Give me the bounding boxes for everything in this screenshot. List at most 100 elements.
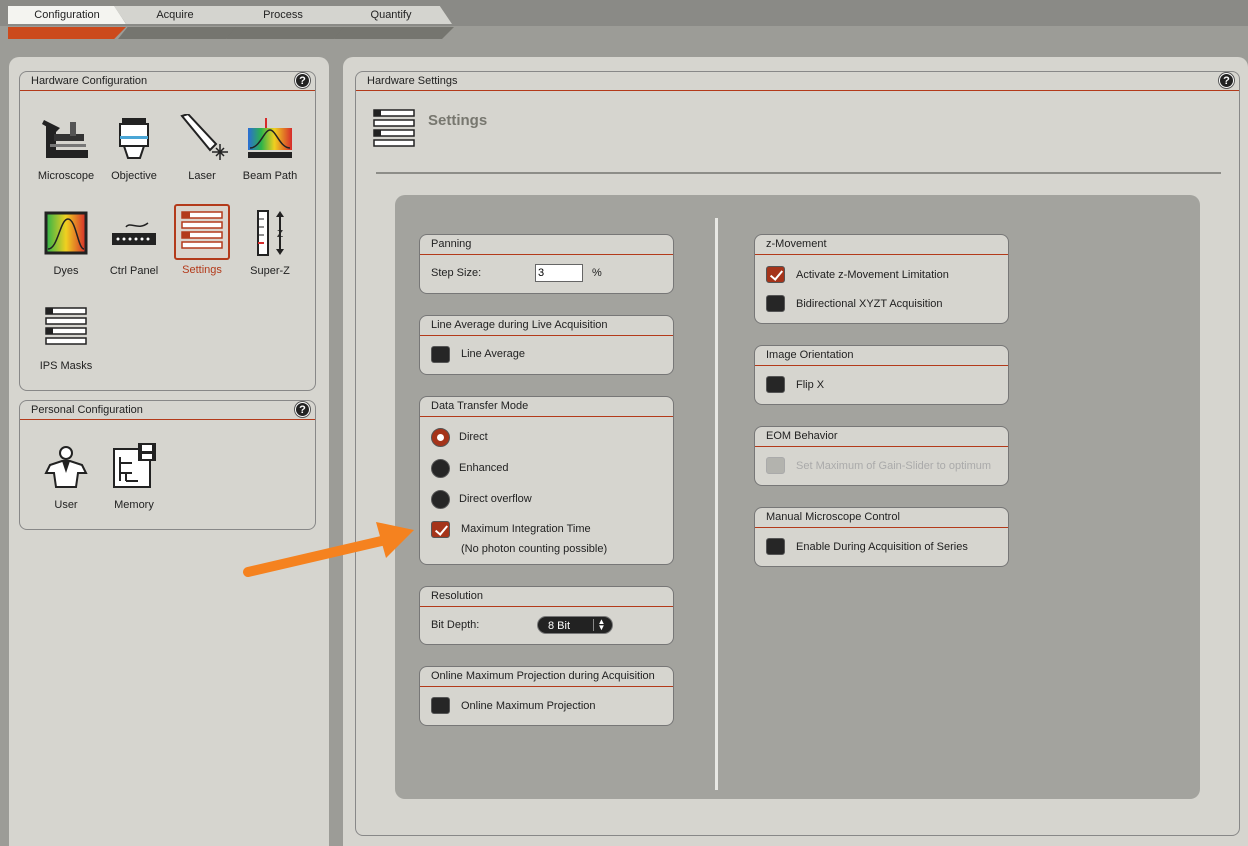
heading-divider bbox=[376, 172, 1221, 174]
line-average-title: Line Average during Live Acquisition bbox=[420, 316, 673, 336]
ips-masks-item[interactable]: IPS Masks bbox=[32, 304, 100, 372]
online-max-group: Online Maximum Projection during Acquisi… bbox=[419, 666, 674, 726]
bit-depth-label: Bit Depth: bbox=[431, 619, 480, 631]
tab-configuration[interactable]: Configuration bbox=[8, 6, 126, 24]
online-max-checkbox[interactable] bbox=[431, 697, 450, 714]
objective-item[interactable]: Objective bbox=[100, 114, 168, 182]
tab-acquire[interactable]: Acquire bbox=[114, 6, 236, 24]
bidirectional-xyzt-checkbox[interactable] bbox=[766, 295, 785, 312]
tab-process[interactable]: Process bbox=[222, 6, 344, 24]
beam-path-label: Beam Path bbox=[242, 170, 298, 182]
laser-icon bbox=[176, 112, 228, 166]
microscope-label: Microscope bbox=[37, 170, 95, 182]
dyes-icon bbox=[40, 209, 92, 261]
data-transfer-group: Data Transfer Mode Direct Enhanced Direc… bbox=[419, 396, 674, 565]
manual-microscope-group: Manual Microscope Control Enable During … bbox=[754, 507, 1009, 567]
enable-during-acquisition-label: Enable During Acquisition of Series bbox=[796, 541, 968, 553]
step-size-input[interactable] bbox=[535, 264, 583, 282]
stepper-arrows-icon: ▲ ▼ bbox=[593, 618, 609, 632]
online-max-title: Online Maximum Projection during Acquisi… bbox=[420, 667, 673, 687]
column-divider bbox=[715, 218, 718, 790]
help-icon[interactable]: ? bbox=[295, 73, 310, 88]
ctrl-panel-label: Ctrl Panel bbox=[109, 265, 159, 277]
enable-during-acquisition-checkbox[interactable] bbox=[766, 538, 785, 555]
eom-gain-label: Set Maximum of Gain-Slider to optimum bbox=[796, 460, 992, 472]
direct-overflow-radio[interactable] bbox=[431, 490, 450, 509]
memory-icon bbox=[108, 443, 160, 495]
user-label: User bbox=[54, 499, 78, 511]
hardware-configuration-box: Hardware Configuration ? Microscope Obje… bbox=[19, 71, 316, 391]
personal-configuration-title: Personal Configuration bbox=[20, 401, 315, 420]
z-movement-group: z-Movement Activate z-Movement Limitatio… bbox=[754, 234, 1009, 324]
eom-title: EOM Behavior bbox=[755, 427, 1008, 447]
z-limitation-checkbox[interactable] bbox=[766, 266, 785, 283]
panning-title: Panning bbox=[420, 235, 673, 255]
image-orientation-title: Image Orientation bbox=[755, 346, 1008, 366]
help-icon[interactable]: ? bbox=[1219, 73, 1234, 88]
super-z-item[interactable]: Z Super-Z bbox=[236, 209, 304, 277]
tab-process-indicator bbox=[226, 27, 346, 39]
settings-item[interactable]: Settings bbox=[168, 204, 236, 276]
z-movement-title: z-Movement bbox=[755, 235, 1008, 255]
panning-group: Panning Step Size: % bbox=[419, 234, 674, 294]
dyes-item[interactable]: Dyes bbox=[32, 209, 100, 277]
settings-icon bbox=[174, 204, 230, 260]
direct-label: Direct bbox=[459, 431, 488, 443]
tab-acquire-indicator bbox=[118, 27, 238, 39]
objective-icon bbox=[108, 114, 160, 166]
hardware-settings-title: Hardware Settings bbox=[356, 72, 1239, 91]
max-integration-checkbox[interactable] bbox=[431, 521, 450, 538]
bit-depth-value: 8 Bit bbox=[548, 620, 571, 632]
eom-group: EOM Behavior Set Maximum of Gain-Slider … bbox=[754, 426, 1009, 486]
beam-path-icon bbox=[244, 114, 296, 166]
microscope-icon bbox=[40, 114, 92, 166]
step-size-unit: % bbox=[592, 267, 602, 279]
dyes-label: Dyes bbox=[53, 265, 79, 277]
eom-gain-checkbox[interactable] bbox=[766, 457, 785, 474]
resolution-title: Resolution bbox=[420, 587, 673, 607]
laser-item[interactable]: Laser bbox=[168, 112, 236, 182]
svg-text:Z: Z bbox=[277, 229, 283, 240]
super-z-icon: Z bbox=[244, 209, 296, 261]
max-integration-note: (No photon counting possible) bbox=[461, 543, 608, 555]
bidirectional-xyzt-label: Bidirectional XYZT Acquisition bbox=[796, 298, 943, 310]
max-integration-label: Maximum Integration Time bbox=[461, 523, 591, 535]
ips-masks-icon bbox=[40, 304, 92, 356]
user-item[interactable]: User bbox=[32, 443, 100, 511]
microscope-item[interactable]: Microscope bbox=[32, 114, 100, 182]
z-limitation-label: Activate z-Movement Limitation bbox=[796, 269, 949, 281]
resolution-group: Resolution Bit Depth: 8 Bit ▲ ▼ bbox=[419, 586, 674, 645]
line-average-label: Line Average bbox=[461, 348, 526, 360]
personal-configuration-box: Personal Configuration ? User Memory bbox=[19, 400, 316, 530]
tab-configuration-indicator bbox=[8, 27, 126, 39]
line-average-checkbox[interactable] bbox=[431, 346, 450, 363]
direct-radio[interactable] bbox=[431, 428, 450, 447]
enhanced-radio[interactable] bbox=[431, 459, 450, 478]
settings-label: Settings bbox=[182, 264, 222, 276]
super-z-label: Super-Z bbox=[250, 265, 290, 277]
image-orientation-group: Image Orientation Flip X bbox=[754, 345, 1009, 405]
bit-depth-select[interactable]: 8 Bit ▲ ▼ bbox=[537, 616, 613, 634]
online-max-label: Online Maximum Projection bbox=[461, 700, 596, 712]
ctrl-panel-item[interactable]: Ctrl Panel bbox=[100, 209, 168, 277]
flip-x-checkbox[interactable] bbox=[766, 376, 785, 393]
tab-quantify[interactable]: Quantify bbox=[330, 6, 452, 24]
ips-masks-label: IPS Masks bbox=[39, 360, 93, 372]
flip-x-label: Flip X bbox=[796, 379, 825, 391]
settings-heading: Settings bbox=[428, 112, 488, 129]
tab-quantify-indicator bbox=[334, 27, 454, 39]
manual-microscope-title: Manual Microscope Control bbox=[755, 508, 1008, 528]
beam-path-item[interactable]: Beam Path bbox=[236, 114, 304, 182]
annotation-arrow-icon bbox=[243, 522, 414, 577]
ctrl-panel-icon bbox=[108, 209, 160, 261]
settings-heading-icon bbox=[372, 108, 416, 150]
user-icon bbox=[40, 443, 92, 495]
memory-label: Memory bbox=[114, 499, 154, 511]
step-size-label: Step Size: bbox=[431, 267, 482, 279]
memory-item[interactable]: Memory bbox=[100, 443, 168, 511]
help-icon[interactable]: ? bbox=[295, 402, 310, 417]
laser-label: Laser bbox=[188, 170, 216, 182]
hardware-configuration-title: Hardware Configuration bbox=[20, 72, 315, 91]
data-transfer-title: Data Transfer Mode bbox=[420, 397, 673, 417]
enhanced-label: Enhanced bbox=[459, 462, 509, 474]
